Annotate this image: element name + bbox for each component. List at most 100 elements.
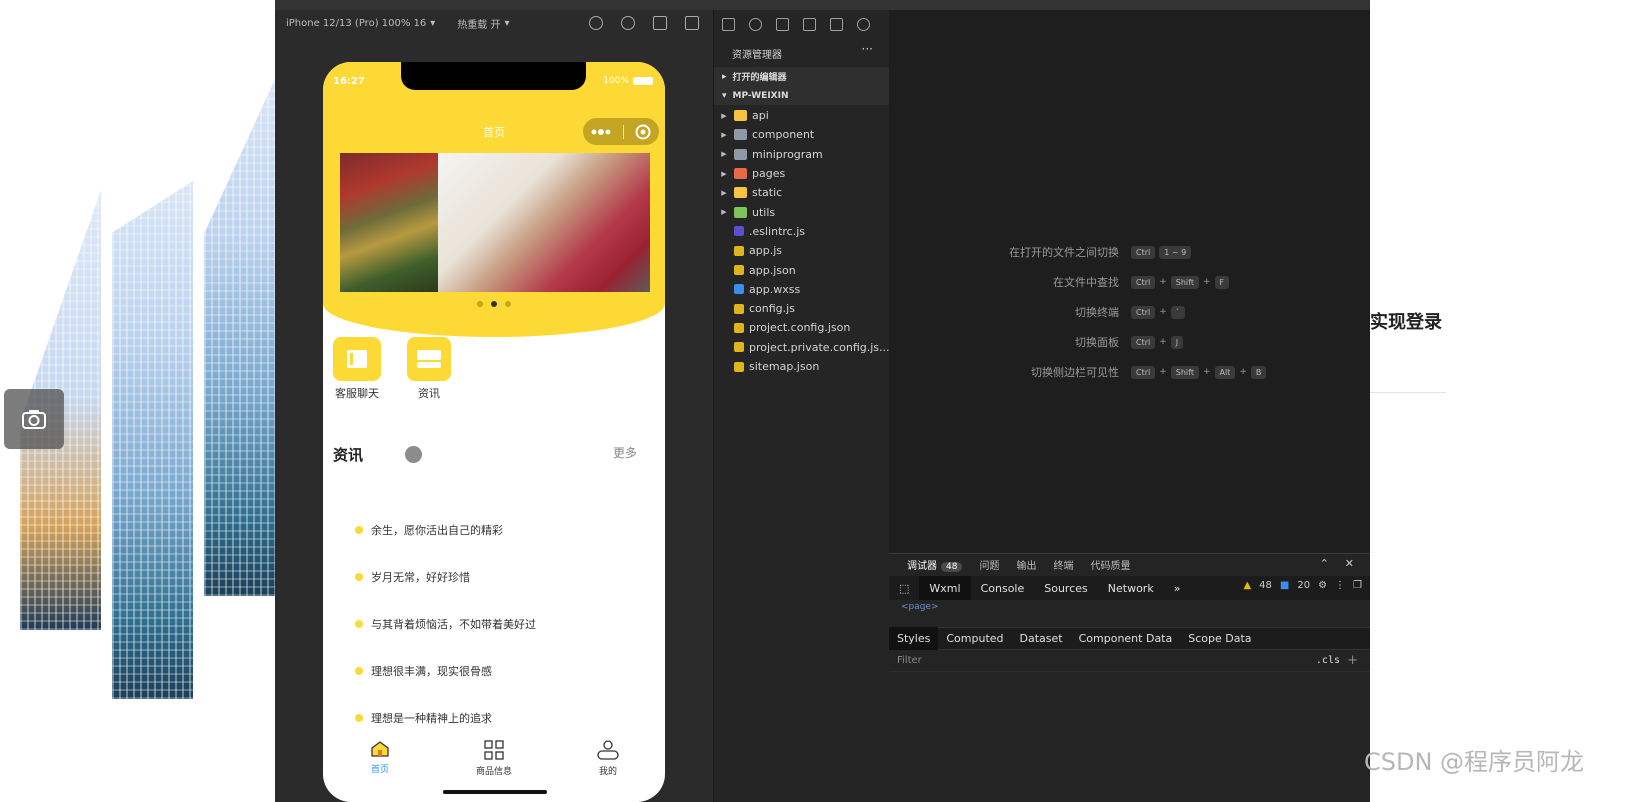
tree-folder[interactable]: ▶ utils bbox=[714, 202, 890, 221]
dock-icon[interactable]: ❐ bbox=[1353, 580, 1362, 591]
tab-home[interactable]: 首页 bbox=[340, 740, 420, 792]
folder-icon bbox=[734, 206, 747, 218]
quick-link-news[interactable]: 资讯 bbox=[407, 337, 451, 401]
close-target-icon[interactable] bbox=[635, 124, 651, 140]
tab-component-data[interactable]: Component Data bbox=[1071, 627, 1181, 650]
tree-folder[interactable]: ▶ static bbox=[714, 183, 890, 202]
device-selector[interactable]: iPhone 12/13 (Pro) 100% 16 ▾ bbox=[286, 18, 435, 29]
list-item[interactable]: 余生，愿你活出自己的精彩 bbox=[355, 506, 655, 553]
phone-icon[interactable] bbox=[653, 16, 667, 30]
extensions-icon[interactable] bbox=[803, 18, 816, 31]
tree-file[interactable]: .eslintrc.js bbox=[714, 222, 890, 241]
tab-styles[interactable]: Styles bbox=[889, 627, 939, 650]
carousel-dot[interactable] bbox=[491, 301, 497, 307]
news-more-link[interactable]: 更多 bbox=[613, 444, 637, 461]
tree-folder[interactable]: ▶ pages bbox=[714, 164, 890, 183]
mini-program-capsule[interactable] bbox=[583, 118, 659, 145]
carousel-dot[interactable] bbox=[505, 301, 511, 307]
cls-toggle[interactable]: .cls bbox=[1316, 655, 1340, 666]
tab-output[interactable]: 输出 bbox=[1016, 557, 1036, 572]
chevron-right-icon: ▸ bbox=[722, 71, 727, 82]
tree-item-label: api bbox=[752, 109, 769, 123]
quick-link-chat[interactable]: 客服聊天 bbox=[333, 337, 381, 401]
shortcut-hint: 在打开的文件之间切换 Ctrl 1 ~ 9 bbox=[889, 244, 1370, 260]
list-item[interactable]: 与其背着烦恼活，不如带着美好过 bbox=[355, 600, 655, 647]
tab-problems[interactable]: 问题 bbox=[979, 557, 999, 572]
tree-file[interactable]: config.js bbox=[714, 299, 890, 318]
tab-sources[interactable]: Sources bbox=[1034, 576, 1098, 600]
tree-file[interactable]: app.json bbox=[714, 260, 890, 279]
project-section[interactable]: ▾ MP-WEIXIN bbox=[714, 86, 890, 105]
tree-folder[interactable]: ▶ miniprogram bbox=[714, 145, 890, 164]
list-item[interactable]: 理想很丰满，现实很骨感 bbox=[355, 647, 655, 694]
more-tabs-icon[interactable]: » bbox=[1164, 576, 1191, 600]
detach-window-icon[interactable] bbox=[685, 16, 699, 30]
docker-icon[interactable] bbox=[857, 18, 870, 31]
file-tree: ▶ api ▶ component ▶ miniprogram ▶ pages ▶ static ▶… bbox=[714, 106, 890, 376]
panel-tabs: 调试器 48 问题 输出 终端 代码质量 bbox=[889, 554, 1370, 574]
more-dots-icon[interactable] bbox=[591, 128, 611, 136]
wxml-tree-line[interactable]: <page> bbox=[901, 602, 939, 612]
key-cap: F bbox=[1214, 275, 1230, 289]
tab-scope-data[interactable]: Scope Data bbox=[1180, 627, 1259, 650]
chevron-right-icon: ▶ bbox=[721, 130, 727, 139]
more-actions-icon[interactable]: ··· bbox=[862, 42, 873, 56]
files-icon[interactable] bbox=[722, 18, 735, 31]
key-cap: Ctrl bbox=[1131, 245, 1156, 259]
kebab-menu-icon[interactable]: ⋮ bbox=[1335, 580, 1345, 591]
tree-folder[interactable]: ▶ api bbox=[714, 106, 890, 125]
add-rule-button[interactable]: + bbox=[1347, 653, 1358, 668]
refresh-icon[interactable] bbox=[589, 16, 603, 30]
tab-code-quality[interactable]: 代码质量 bbox=[1090, 557, 1130, 572]
tab-computed[interactable]: Computed bbox=[938, 627, 1011, 650]
tab-debugger[interactable]: 调试器 48 bbox=[907, 557, 963, 572]
screenshot-camera-button[interactable] bbox=[4, 389, 64, 449]
tab-console[interactable]: Console bbox=[971, 576, 1035, 600]
inspect-icon[interactable]: ⬚ bbox=[889, 576, 919, 600]
tab-mine[interactable]: 我的 bbox=[568, 740, 648, 792]
tab-network[interactable]: Network bbox=[1098, 576, 1164, 600]
list-item[interactable]: 理想是一种精神上的追求 bbox=[355, 694, 655, 741]
open-editors-section[interactable]: ▸ 打开的编辑器 bbox=[714, 67, 890, 86]
tree-file[interactable]: app.wxss bbox=[714, 280, 890, 299]
home-icon bbox=[371, 741, 389, 757]
hot-reload-toggle[interactable]: 热重载 开 ▾ bbox=[457, 16, 509, 31]
tab-label: 调试器 bbox=[907, 560, 937, 572]
key-cap: J bbox=[1170, 335, 1184, 349]
key-joiner: + bbox=[1159, 367, 1167, 377]
editor-welcome: 在打开的文件之间切换 Ctrl 1 ~ 9 在文件中查找 Ctrl + Shift + F 切换终… bbox=[889, 10, 1370, 553]
stop-icon[interactable] bbox=[621, 16, 635, 30]
tree-item-label: .eslintrc.js bbox=[749, 224, 806, 238]
tab-products[interactable]: 商品信息 bbox=[454, 740, 534, 792]
tab-dataset[interactable]: Dataset bbox=[1012, 627, 1071, 650]
source-control-icon[interactable] bbox=[776, 18, 789, 31]
tree-file[interactable]: project.config.json bbox=[714, 318, 890, 337]
key-cap: Shift bbox=[1170, 365, 1199, 379]
gear-icon[interactable]: ⚙ bbox=[1318, 580, 1327, 591]
battery-percent: 100% bbox=[603, 76, 629, 86]
tree-folder[interactable]: ▶ component bbox=[714, 125, 890, 144]
tree-file[interactable]: sitemap.json bbox=[714, 357, 890, 376]
list-item[interactable]: 岁月无常，好好珍惜 bbox=[355, 553, 655, 600]
news-title: 理想是一种精神上的追求 bbox=[371, 711, 492, 725]
simulator-toolbar: iPhone 12/13 (Pro) 100% 16 ▾ 热重载 开 ▾ bbox=[275, 10, 713, 36]
warning-count: 48 bbox=[1259, 580, 1272, 591]
banner-image-shopping bbox=[438, 153, 650, 292]
banner-carousel[interactable] bbox=[340, 153, 650, 292]
tab-wxml[interactable]: Wxml bbox=[919, 576, 971, 600]
section-label: 打开的编辑器 bbox=[732, 73, 787, 83]
carousel-dot[interactable] bbox=[477, 301, 483, 307]
chevron-up-icon[interactable]: ⌃ bbox=[1320, 557, 1329, 570]
count-badge: 48 bbox=[941, 561, 963, 572]
close-icon[interactable]: ✕ bbox=[1345, 557, 1354, 570]
save-icon[interactable] bbox=[830, 18, 843, 31]
phone-simulator: 16:27 100% 首页 客服聊天 资讯 资讯 更多 余生，愿你活出自己的精彩… bbox=[323, 62, 665, 802]
search-icon[interactable] bbox=[749, 18, 762, 31]
filter-input[interactable]: Filter bbox=[897, 655, 922, 666]
capsule-divider bbox=[622, 124, 624, 139]
tree-item-label: sitemap.json bbox=[749, 360, 820, 373]
tab-terminal[interactable]: 终端 bbox=[1053, 557, 1073, 572]
tree-file[interactable]: project.private.config.js... bbox=[714, 338, 890, 357]
home-indicator bbox=[443, 790, 547, 794]
tree-file[interactable]: app.js bbox=[714, 241, 890, 260]
